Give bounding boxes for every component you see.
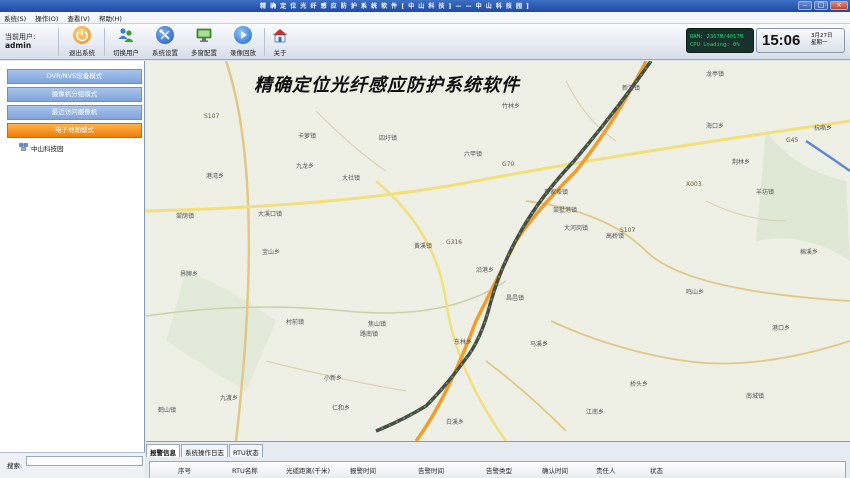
cpu-loading: CPU Loading: 0% xyxy=(690,42,740,48)
toolbar-separator xyxy=(104,28,105,56)
current-user-name: admin xyxy=(5,41,32,50)
power-icon xyxy=(73,26,91,44)
menu-bar: 系统(S) 操作(O) 查看(V) 帮助(H) xyxy=(0,12,850,24)
alarm-panel: 报警信息 系统操作日志 RTU状态 序号 RTU名称 光缆距离(千米) 报警时间… xyxy=(146,441,850,478)
play-icon xyxy=(234,26,252,44)
exit-system-button[interactable]: 退出系统 xyxy=(64,26,100,58)
tree-item-zhongshan-park[interactable]: 中山科技园 xyxy=(19,143,64,153)
column-header[interactable]: 确认时间 xyxy=(542,465,568,475)
network-icon xyxy=(19,143,28,153)
search-label: 搜索: xyxy=(7,462,23,470)
video-playback-button[interactable]: 录像回放 xyxy=(225,26,261,58)
column-header[interactable]: 状态 xyxy=(650,465,663,475)
minimize-button[interactable]: ‒ xyxy=(798,1,812,10)
home-icon xyxy=(271,26,289,44)
clock-time: 15:06 xyxy=(762,32,801,49)
toolbar-separator xyxy=(264,28,265,56)
column-header[interactable]: 序号 xyxy=(178,465,191,475)
electronic-map[interactable]: 精确定位光纤感应防护系统软件 卡萝镇 四圩镇 六甲镇 大社镇 棠荫镇 大溪口镇 … xyxy=(146,61,850,441)
column-header[interactable]: 告警类型 xyxy=(486,465,512,475)
system-status-panel: RAM: 2367M/4017M CPU Loading: 0% xyxy=(686,28,754,53)
close-button[interactable]: × xyxy=(830,1,848,10)
search-row: 搜索: xyxy=(0,452,145,478)
clock-panel: 15:06 3月27日 星期一 xyxy=(756,28,845,53)
toolbar-separator xyxy=(58,28,59,56)
tools-icon xyxy=(156,26,174,44)
tab-system-log[interactable]: 系统操作日志 xyxy=(181,444,228,457)
window-controls: ‒ □ × xyxy=(798,1,848,10)
system-settings-button[interactable]: 系统设置 xyxy=(147,26,183,58)
mode-electronic-map[interactable]: 电子地图模式 xyxy=(7,123,142,138)
column-header[interactable]: 责任人 xyxy=(596,465,616,475)
menu-help[interactable]: 帮助(H) xyxy=(99,13,122,23)
clock-weekday: 星期一 xyxy=(811,40,828,46)
window-title: 精 确 定 位 光 纤 感 应 防 护 系 统 软 件 [ 中 山 科 技 ] … xyxy=(260,3,530,10)
mode-dvr-nvs-devices[interactable]: DVR/NVS设备模式 xyxy=(7,69,142,84)
toolbar: 当前用户: admin 退出系统 切换用户 系统设置 多窗配置 录像回放 关于 … xyxy=(0,24,850,60)
menu-view[interactable]: 查看(V) xyxy=(67,13,90,23)
map-title: 精确定位光纤感应防护系统软件 xyxy=(254,75,520,96)
maximize-button[interactable]: □ xyxy=(814,1,828,10)
tab-rtu-status[interactable]: RTU状态 xyxy=(229,444,263,457)
multi-window-config-button[interactable]: 多窗配置 xyxy=(186,26,222,58)
users-icon xyxy=(117,26,135,44)
clock-date: 3月27日 星期一 xyxy=(811,33,833,47)
mode-camera-groups[interactable]: 摄像机分组模式 xyxy=(7,87,142,102)
switch-user-button[interactable]: 切换用户 xyxy=(108,26,144,58)
title-bar: 精 确 定 位 光 纤 感 应 防 护 系 统 软 件 [ 中 山 科 技 ] … xyxy=(0,0,850,12)
menu-operation[interactable]: 操作(O) xyxy=(35,13,58,23)
monitor-icon xyxy=(195,26,213,44)
mode-recent-cameras[interactable]: 最近访问摄像机 xyxy=(7,105,142,120)
column-header[interactable]: 光缆距离(千米) xyxy=(286,465,330,475)
clock-day: 3月27日 xyxy=(811,33,833,39)
bottom-tabs: 报警信息 系统操作日志 RTU状态 xyxy=(146,444,264,457)
column-header[interactable]: 报警时间 xyxy=(350,465,376,475)
search-input[interactable] xyxy=(26,456,143,466)
tab-alarm-info[interactable]: 报警信息 xyxy=(146,444,180,457)
menu-system[interactable]: 系统(S) xyxy=(4,13,26,23)
left-sidebar: DVR/NVS设备模式 摄像机分组模式 最近访问摄像机 电子地图模式 中山科技园… xyxy=(0,61,145,478)
map-roads xyxy=(146,61,850,441)
ram-usage: RAM: 2367M/4017M xyxy=(690,34,743,40)
about-button[interactable]: 关于 xyxy=(268,26,292,58)
column-header[interactable]: 告警时间 xyxy=(418,465,444,475)
alarm-table-header: 序号 RTU名称 光缆距离(千米) 报警时间 告警时间 告警类型 确认时间 责任… xyxy=(149,461,846,478)
column-header[interactable]: RTU名称 xyxy=(232,465,258,475)
